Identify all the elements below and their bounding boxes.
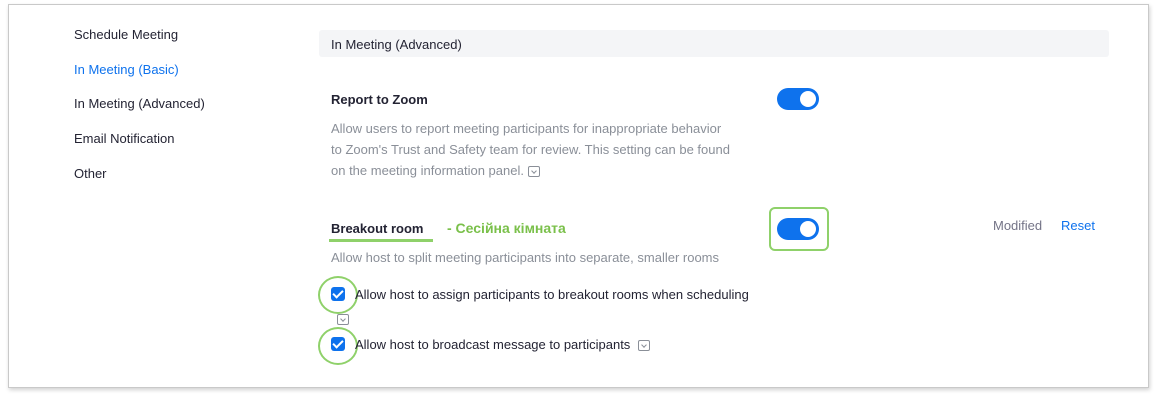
reset-link[interactable]: Reset	[1061, 218, 1095, 233]
assign-when-scheduling-label: Allow host to assign participants to bre…	[355, 287, 749, 302]
description-line: on the meeting information panel.	[331, 160, 771, 181]
chevron-info-icon[interactable]	[638, 340, 651, 352]
sidebar-item-email-notification[interactable]: Email Notification	[74, 131, 174, 146]
chevron-info-icon[interactable]	[527, 166, 540, 178]
assign-when-scheduling-checkbox[interactable]	[331, 287, 345, 301]
annotation-label: - Сесійна кімната	[447, 220, 566, 236]
description-line: Allow users to report meeting participan…	[331, 121, 722, 136]
breakout-room-description: Allow host to split meeting participants…	[331, 250, 720, 265]
report-to-zoom-toggle[interactable]	[777, 88, 819, 110]
broadcast-message-checkbox[interactable]	[331, 337, 345, 351]
section-header: In Meeting (Advanced)	[319, 30, 1109, 57]
toggle-knob	[800, 221, 816, 237]
breakout-room-title: Breakout room	[331, 221, 424, 236]
section-title: In Meeting (Advanced)	[331, 37, 462, 52]
toggle-knob	[800, 91, 816, 107]
sidebar-item-schedule-meeting[interactable]: Schedule Meeting	[74, 27, 178, 42]
chevron-info-icon[interactable]	[337, 314, 349, 326]
report-to-zoom-description: Allow users to report meeting participan…	[331, 118, 771, 181]
modified-label: Modified	[993, 218, 1043, 233]
sidebar-item-in-meeting-basic[interactable]: In Meeting (Basic)	[74, 62, 179, 77]
breakout-room-toggle[interactable]	[777, 218, 819, 240]
description-line: to Zoom's Trust and Safety team for revi…	[331, 142, 730, 157]
annotation-underline	[329, 239, 433, 242]
sidebar-item-in-meeting-advanced[interactable]: In Meeting (Advanced)	[74, 96, 205, 111]
report-to-zoom-title: Report to Zoom	[331, 92, 428, 107]
settings-panel	[8, 4, 1149, 388]
broadcast-message-label: Allow host to broadcast message to parti…	[355, 337, 651, 352]
sidebar-item-other[interactable]: Other	[74, 166, 107, 181]
